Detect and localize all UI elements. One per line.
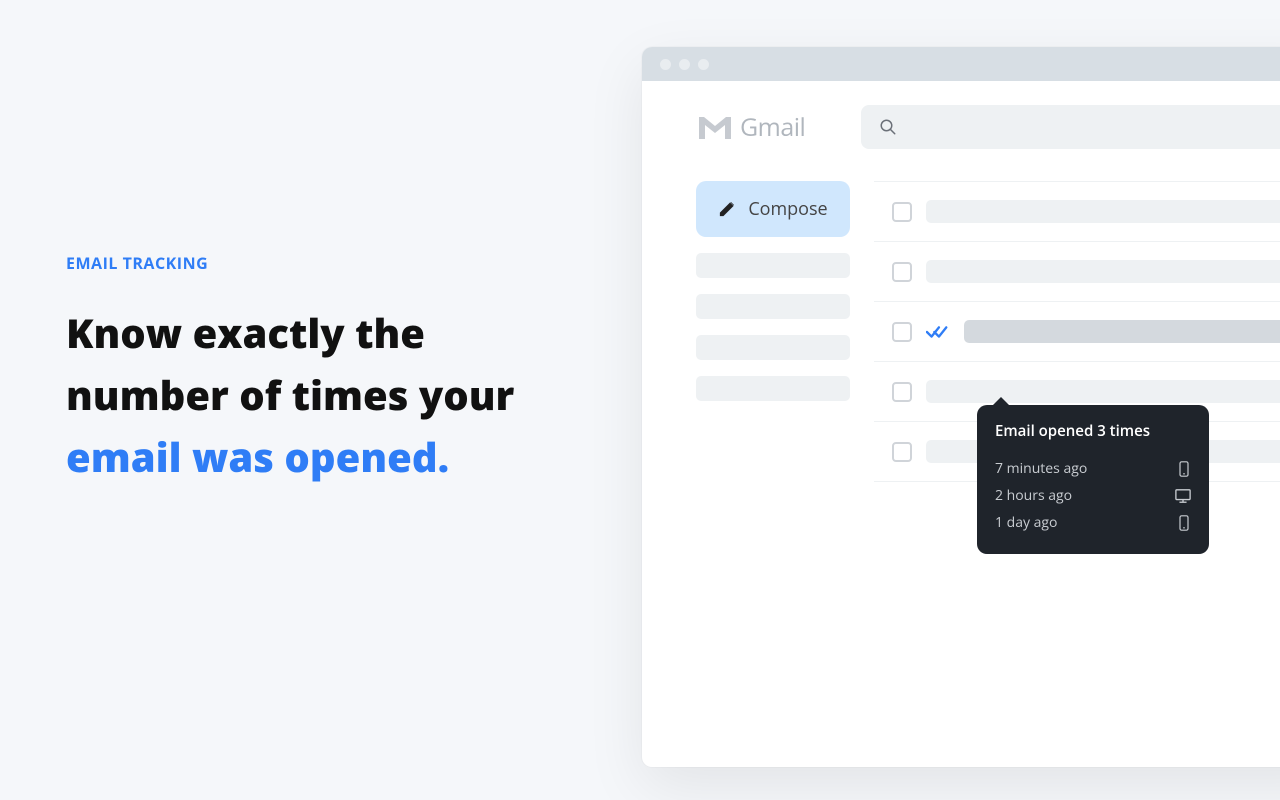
mail-checkbox[interactable] xyxy=(892,322,912,342)
mail-preview-placeholder xyxy=(926,260,1280,283)
marketing-copy: EMAIL TRACKING Know exactly the number o… xyxy=(66,252,546,488)
mobile-icon xyxy=(1177,515,1191,531)
gmail-logo: Gmail xyxy=(696,110,805,144)
app-header: Gmail xyxy=(642,81,1280,173)
tooltip-title: Email opened 3 times xyxy=(995,421,1191,441)
gmail-m-icon xyxy=(696,113,734,141)
sidebar-item-placeholder xyxy=(696,335,850,360)
headline-text: Know exactly the number of times your xyxy=(66,305,514,422)
tooltip-row: 7 minutes ago xyxy=(995,455,1191,482)
sidebar-item-placeholder xyxy=(696,294,850,319)
tooltip-row: 2 hours ago xyxy=(995,482,1191,509)
gmail-logo-text: Gmail xyxy=(740,110,805,144)
sidebar-item-placeholder xyxy=(696,376,850,401)
read-receipt-tooltip: Email opened 3 times 7 minutes ago 2 hou… xyxy=(977,405,1209,554)
read-receipt-icon[interactable] xyxy=(926,324,950,340)
mobile-icon xyxy=(1177,461,1191,477)
mail-checkbox[interactable] xyxy=(892,202,912,222)
eyebrow-label: EMAIL TRACKING xyxy=(66,252,546,274)
mail-checkbox[interactable] xyxy=(892,442,912,462)
headline: Know exactly the number of times your em… xyxy=(66,302,546,488)
window-titlebar xyxy=(642,47,1280,81)
window-control-minimize[interactable] xyxy=(679,59,690,70)
mail-row[interactable] xyxy=(874,242,1280,302)
search-icon xyxy=(879,118,897,136)
tooltip-row: 1 day ago xyxy=(995,509,1191,536)
window-control-close[interactable] xyxy=(660,59,671,70)
mail-preview-placeholder xyxy=(926,200,1280,223)
window-control-maximize[interactable] xyxy=(698,59,709,70)
mail-checkbox[interactable] xyxy=(892,262,912,282)
app-window: Gmail Compose xyxy=(642,47,1280,767)
mail-checkbox[interactable] xyxy=(892,382,912,402)
desktop-icon xyxy=(1175,488,1191,504)
compose-button[interactable]: Compose xyxy=(696,181,850,237)
sidebar: Compose xyxy=(696,181,850,482)
search-bar[interactable] xyxy=(861,105,1280,149)
mail-preview-placeholder xyxy=(964,320,1280,343)
sidebar-item-placeholder xyxy=(696,253,850,278)
mail-row[interactable] xyxy=(874,182,1280,242)
mail-row[interactable] xyxy=(874,302,1280,362)
tooltip-time: 2 hours ago xyxy=(995,486,1072,505)
tooltip-time: 7 minutes ago xyxy=(995,459,1087,478)
mail-preview-placeholder xyxy=(926,380,1280,403)
tooltip-time: 1 day ago xyxy=(995,513,1057,532)
compose-label: Compose xyxy=(748,197,827,221)
headline-accent: email was opened. xyxy=(66,429,449,484)
pencil-icon xyxy=(718,200,736,218)
